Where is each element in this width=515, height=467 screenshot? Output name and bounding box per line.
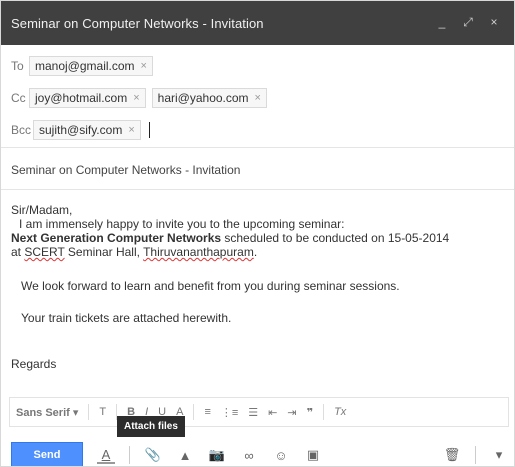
closing: Regards — [11, 357, 57, 371]
formatting-options-icon[interactable]: A — [97, 446, 115, 464]
body-line: Next Generation Computer Networks schedu… — [11, 231, 506, 245]
seminar-title: Next Generation Computer Networks — [11, 231, 222, 245]
insert-link-icon[interactable]: ∞ — [240, 446, 258, 464]
quote-icon[interactable]: ❞ — [307, 406, 313, 419]
body-text: scheduled to be conducted on 15-05-2014 — [221, 231, 450, 245]
text-caret — [148, 122, 150, 138]
body-line: at SCERT Seminar Hall, Thiruvananthapura… — [11, 245, 506, 259]
window-title: Seminar on Computer Networks - Invitatio… — [11, 15, 264, 31]
drive-icon[interactable]: ▲ — [176, 446, 194, 464]
body-line: I am immensely happy to invite you to th… — [19, 217, 345, 231]
divider — [1, 147, 514, 148]
tooltip: Attach files — [117, 416, 185, 437]
calendar-invite-icon[interactable]: ▣ — [304, 446, 322, 464]
insert-photo-icon[interactable]: 📷 — [208, 446, 226, 464]
recipient-chip[interactable]: joy@hotmail.com × — [29, 88, 146, 108]
compose-window: Seminar on Computer Networks - Invitatio… — [0, 0, 515, 467]
body-paragraph: Your train tickets are attached herewith… — [21, 311, 232, 325]
recipient-address: hari@yahoo.com — [157, 91, 249, 105]
spellcheck-word[interactable]: SCERT — [24, 245, 64, 259]
body-text: at — [11, 245, 25, 259]
remove-recipient-icon[interactable]: × — [255, 92, 261, 104]
title-bar[interactable]: Seminar on Computer Networks - Invitatio… — [1, 1, 514, 45]
divider — [1, 189, 514, 190]
minimize-icon[interactable]: _ — [436, 15, 448, 29]
subject-field[interactable]: Seminar on Computer Networks - Invitatio… — [11, 163, 240, 177]
recipient-chip[interactable]: manoj@gmail.com × — [29, 56, 153, 76]
recipient-chip[interactable]: hari@yahoo.com × — [151, 88, 267, 108]
indent-more-icon[interactable]: ⇥ — [287, 406, 296, 419]
font-select[interactable]: Sans Serif ▾ — [16, 406, 78, 419]
cc-label: Cc — [11, 91, 26, 105]
body-text: Seminar Hall, — [64, 245, 144, 259]
attach-files-icon[interactable]: 📎 — [144, 446, 162, 464]
emoji-icon[interactable]: ☺ — [272, 446, 290, 464]
message-body[interactable]: Sir/Madam, I am immensely happy to invit… — [11, 203, 506, 371]
font-size-icon[interactable]: T — [99, 406, 106, 418]
expand-icon[interactable]: ⤢ — [462, 15, 474, 29]
bottom-toolbar: Send A 📎 ▲ 📷 ∞ ☺ ▣ 🗑 ▾ — [1, 442, 514, 466]
recipient-address: sujith@sify.com — [39, 123, 123, 137]
remove-recipient-icon[interactable]: × — [128, 124, 134, 136]
formatting-toolbar: Sans Serif ▾ T B I U A ≡ ⋮≡ ☰ ⇤ ⇥ ❞ Tx — [9, 397, 509, 427]
bcc-row[interactable]: Bcc sujith@sify.com × — [1, 115, 514, 145]
close-icon[interactable]: × — [488, 15, 500, 29]
spellcheck-word[interactable]: Thiruvananthapuram — [143, 245, 254, 259]
indent-less-icon[interactable]: ⇤ — [268, 406, 277, 419]
remove-recipient-icon[interactable]: × — [141, 60, 147, 72]
recipient-address: joy@hotmail.com — [35, 91, 128, 105]
to-row[interactable]: To manoj@gmail.com × — [1, 51, 514, 81]
bullet-list-icon[interactable]: ☰ — [248, 406, 258, 419]
greeting: Sir/Madam, — [11, 203, 73, 217]
more-options-icon[interactable]: ▾ — [490, 446, 508, 464]
bcc-label: Bcc — [11, 123, 32, 137]
separator — [475, 446, 476, 464]
font-name: Sans Serif — [16, 406, 70, 419]
separator — [323, 404, 325, 420]
body-text: . — [253, 245, 258, 259]
body-paragraph: We look forward to learn and benefit fro… — [21, 279, 400, 293]
separator — [88, 404, 90, 420]
send-button[interactable]: Send — [11, 442, 83, 466]
separator — [193, 404, 195, 420]
numbered-list-icon[interactable]: ⋮≡ — [221, 406, 238, 419]
align-icon[interactable]: ≡ — [204, 406, 210, 418]
separator — [129, 446, 130, 464]
trash-icon[interactable]: 🗑 — [443, 446, 461, 464]
recipient-address: manoj@gmail.com — [35, 59, 135, 73]
cc-row[interactable]: Cc joy@hotmail.com × hari@yahoo.com × — [1, 83, 514, 113]
to-label: To — [11, 59, 24, 73]
remove-formatting-icon[interactable]: Tx — [334, 406, 346, 418]
remove-recipient-icon[interactable]: × — [133, 92, 139, 104]
window-controls: _ ⤢ × — [436, 15, 500, 30]
chevron-down-icon: ▾ — [72, 406, 79, 419]
recipient-chip[interactable]: sujith@sify.com × — [33, 120, 141, 140]
